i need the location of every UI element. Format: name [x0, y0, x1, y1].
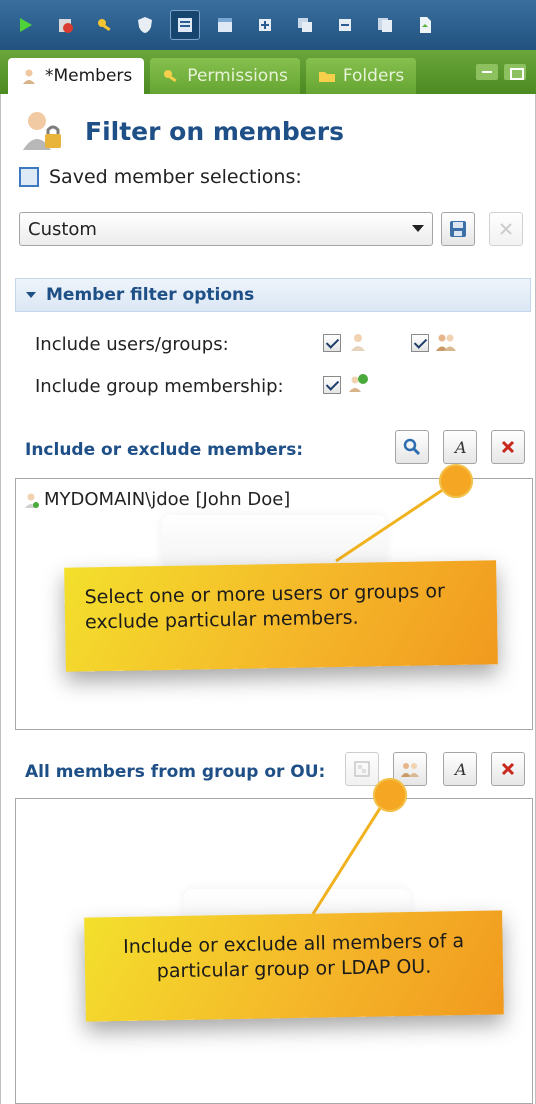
saved-selection-dropdown[interactable]: Custom: [19, 212, 433, 246]
tab-permissions-label: Permissions: [187, 66, 288, 86]
close-icon: [501, 440, 515, 454]
tab-folders[interactable]: Folders: [305, 58, 417, 94]
callout-include-members: Select one or more users or groups or ex…: [64, 560, 498, 672]
callout-include-members-text: Select one or more users or groups or ex…: [84, 580, 445, 634]
svg-text:A: A: [453, 760, 467, 779]
tab-folders-label: Folders: [342, 66, 405, 86]
remove-icon[interactable]: [330, 10, 360, 40]
include-group-membership-checkbox[interactable]: [323, 376, 341, 394]
table-icon[interactable]: [210, 10, 240, 40]
key-icon[interactable]: [90, 10, 120, 40]
save-icon: [450, 221, 466, 237]
browse-ou-button[interactable]: [345, 752, 379, 786]
toolbar: [0, 0, 536, 50]
close-icon: [501, 762, 515, 776]
tab-members-label: *Members: [45, 66, 133, 86]
shield-icon[interactable]: [130, 10, 160, 40]
tab-permissions[interactable]: Permissions: [150, 58, 300, 94]
saved-selection-value: Custom: [28, 218, 97, 240]
members-panel: Filter on members Saved member selection…: [0, 94, 536, 1104]
user-lock-icon: [23, 112, 61, 150]
run-icon[interactable]: [10, 10, 40, 40]
add-group-by-name-button[interactable]: A: [443, 752, 477, 786]
selection-icon: [19, 167, 39, 187]
saved-selections-label: Saved member selections:: [19, 166, 302, 188]
window-controls: [476, 64, 526, 80]
list-item[interactable]: MYDOMAIN\jdoe [John Doe]: [22, 489, 290, 510]
group-ou-label: All members from group or OU:: [25, 762, 326, 782]
delete-report-icon[interactable]: [50, 10, 80, 40]
user-icon: [351, 334, 365, 351]
maximize-button[interactable]: [504, 64, 526, 80]
callout-group-ou-text: Include or exclude all members of a part…: [122, 930, 465, 983]
callout-group-ou: Include or exclude all members of a part…: [84, 910, 504, 1022]
include-exclude-label: Include or exclude members:: [25, 440, 304, 460]
callout-marker: [373, 778, 407, 812]
include-users-checkbox[interactable]: [323, 334, 341, 352]
add-by-name-button[interactable]: A: [443, 430, 477, 464]
folder-icon: [318, 72, 335, 82]
filter-options-header[interactable]: Member filter options: [15, 278, 531, 312]
key-icon: [164, 70, 177, 83]
text-a-icon: A: [453, 438, 467, 457]
panel-header: Filter on members: [19, 108, 344, 154]
svg-text:A: A: [453, 438, 467, 457]
remove-members-button[interactable]: [491, 430, 525, 464]
group-icon: [401, 763, 419, 777]
tab-bar: *Members Permissions Folders: [0, 50, 536, 94]
membership-icon: [349, 374, 368, 392]
ou-icon: [354, 761, 370, 777]
minimize-button[interactable]: [476, 64, 498, 80]
search-members-button[interactable]: [395, 430, 429, 464]
close-icon: [500, 223, 512, 235]
tab-members[interactable]: *Members: [8, 58, 145, 94]
export-icon[interactable]: [410, 10, 440, 40]
add-icon[interactable]: [250, 10, 280, 40]
callout-marker: [439, 464, 473, 498]
user-icon: [23, 69, 35, 84]
duplicate-icon[interactable]: [370, 10, 400, 40]
collapse-icon: [26, 292, 36, 298]
save-selection-button[interactable]: [441, 212, 475, 246]
members-filter-icon[interactable]: [170, 10, 200, 40]
remove-group-button[interactable]: [491, 752, 525, 786]
text-a-icon: A: [453, 760, 467, 779]
saved-selections-text: Saved member selections:: [49, 166, 302, 188]
member-name: MYDOMAIN\jdoe [John Doe]: [44, 489, 291, 510]
include-groups-checkbox[interactable]: [411, 334, 429, 352]
filter-options-title: Member filter options: [46, 285, 255, 305]
include-group-membership-label: Include group membership:: [35, 376, 284, 397]
group-icon: [436, 334, 456, 351]
include-users-groups-label: Include users/groups:: [35, 334, 229, 355]
page-title: Filter on members: [85, 116, 344, 146]
delete-selection-button[interactable]: [489, 212, 523, 246]
user-icon: [25, 493, 39, 508]
search-icon: [403, 438, 421, 456]
chevron-down-icon: [412, 225, 424, 232]
copy-icon[interactable]: [290, 10, 320, 40]
